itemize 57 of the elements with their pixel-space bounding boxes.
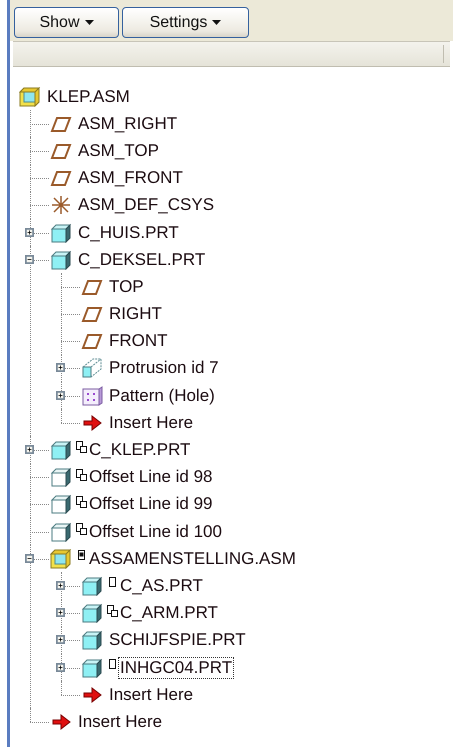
- cube-icon: [50, 222, 72, 243]
- tree-item[interactable]: Insert Here: [76, 710, 164, 733]
- tree-item[interactable]: RIGHT: [107, 303, 164, 326]
- pattern-icon: [81, 386, 103, 406]
- arrow-icon: [81, 412, 103, 433]
- tree-item[interactable]: Protrusion id 7: [107, 357, 221, 380]
- tree-item[interactable]: ASM_DEF_CSYS: [76, 194, 216, 216]
- expand-icon[interactable]: [25, 228, 34, 237]
- cube-icon: [81, 630, 103, 650]
- tree-item[interactable]: Insert Here: [107, 412, 196, 434]
- tree-item[interactable]: Insert Here: [107, 684, 196, 706]
- tree-item[interactable]: C_KLEP.PRT: [87, 439, 192, 462]
- tree-item[interactable]: C_HUIS.PRT: [76, 222, 181, 244]
- plane-icon: [50, 168, 72, 188]
- expand-icon[interactable]: [56, 390, 65, 400]
- dropdown-button[interactable]: Show: [14, 7, 119, 38]
- cube-icon: [81, 603, 103, 624]
- tree-item[interactable]: ASM_RIGHT: [76, 112, 180, 135]
- tree-item[interactable]: ASM_FRONT: [76, 167, 185, 190]
- plane-icon: [81, 304, 103, 324]
- plane-icon: [81, 331, 103, 352]
- dropdown-button[interactable]: Settings: [122, 7, 249, 38]
- tree-item[interactable]: C_DEKSEL.PRT: [76, 248, 208, 271]
- axes-icon: [50, 195, 72, 216]
- collapse-icon[interactable]: [25, 254, 34, 264]
- tree-item[interactable]: FRONT: [107, 330, 170, 352]
- tree-item[interactable]: ASSAMENSTELLING.ASM: [87, 548, 298, 570]
- expand-icon[interactable]: [56, 635, 65, 644]
- tree-item[interactable]: ASM_TOP: [76, 140, 161, 162]
- cube-icon: [50, 467, 72, 488]
- cube-icon: [81, 576, 103, 596]
- tree-item[interactable]: KLEP.ASM: [45, 86, 132, 108]
- cube-icon: [50, 522, 72, 542]
- extrude-icon: [81, 358, 103, 378]
- tree-item[interactable]: C_AS.PRT: [118, 574, 205, 597]
- tree-item[interactable]: TOP: [107, 276, 146, 298]
- tree-item[interactable]: Offset Line id 98: [87, 466, 214, 488]
- cube-icon: [50, 494, 72, 514]
- expand-icon[interactable]: [56, 662, 65, 672]
- cube-icon: [50, 250, 72, 270]
- expand-icon[interactable]: [56, 363, 65, 372]
- assembly-icon: [19, 86, 41, 107]
- tree-item[interactable]: INHGC04.PRT: [118, 656, 234, 679]
- arrow-icon: [81, 684, 103, 705]
- tree-item[interactable]: Offset Line id 99: [87, 493, 214, 516]
- tree-item[interactable]: Offset Line id 100: [87, 520, 224, 543]
- tree-item[interactable]: Pattern (Hole): [107, 384, 217, 407]
- cube-icon: [81, 658, 103, 678]
- tree-item[interactable]: SCHIJFSPIE.PRT: [107, 629, 248, 652]
- tree-item[interactable]: C_ARM.PRT: [118, 602, 220, 624]
- expand-icon[interactable]: [25, 445, 34, 454]
- cube-icon: [50, 440, 72, 460]
- arrow-icon: [50, 712, 72, 732]
- expand-icon[interactable]: [56, 608, 65, 618]
- expand-icon[interactable]: [56, 580, 65, 590]
- collapse-icon[interactable]: [25, 554, 34, 563]
- assembly-icon: [50, 548, 72, 569]
